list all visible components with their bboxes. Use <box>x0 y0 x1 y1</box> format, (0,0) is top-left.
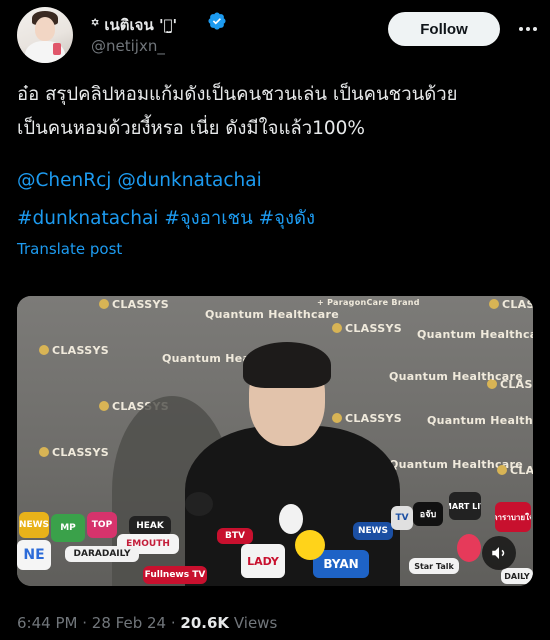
mic-flag: SMART LIVE <box>449 492 481 520</box>
author-name[interactable]: ꙳ เนติเจน 'ꪔ̤̱' <box>91 13 177 37</box>
mentions-line: @ChenRcj @dunknatachai <box>17 170 262 191</box>
hashtag-link[interactable]: #จุงดัง <box>259 208 315 229</box>
meta-separator: · <box>170 614 176 632</box>
microphone <box>185 492 213 516</box>
mic-flag: อจับ <box>413 502 443 526</box>
tweet-date[interactable]: 28 Feb 24 <box>92 614 166 632</box>
tweet-video[interactable]: CLASSYS CLASSYS Quantum Healthcare + Par… <box>17 296 533 586</box>
mic-flag: TOP <box>87 512 117 538</box>
hashtag-link[interactable]: #จุงอาเชน <box>164 208 252 229</box>
hashtag-link[interactable]: #dunknatachai <box>17 208 158 229</box>
mic-flag: Star Talk <box>409 558 459 574</box>
backdrop-logo: CLASSYS <box>39 344 109 357</box>
backdrop-logo: CLASSYS <box>497 464 533 477</box>
avatar-cup <box>53 43 61 55</box>
author-handle[interactable]: @netijxn_ <box>91 37 165 55</box>
meta-separator: · <box>82 614 88 632</box>
speaker-hair <box>243 342 331 388</box>
mic-flag: NE <box>17 540 51 570</box>
microphone <box>457 534 481 562</box>
tweet-time[interactable]: 6:44 PM <box>17 614 77 632</box>
backdrop-logo: CLASSYS <box>332 322 402 335</box>
backdrop-logo: Quantum Healthcare <box>427 414 533 427</box>
mic-flag: DARADAILY <box>65 546 139 562</box>
follow-button[interactable]: Follow <box>388 12 500 46</box>
backdrop-logo: Quantum Healthcare <box>389 370 523 383</box>
views-label: Views <box>233 614 278 632</box>
mic-flag: ดาราบายใจ <box>495 502 531 532</box>
mic-flag: BTV <box>217 528 253 544</box>
backdrop-logo: Quantum Healthcare <box>205 308 339 321</box>
author-avatar[interactable] <box>17 7 73 63</box>
translate-post-link[interactable]: Translate post <box>17 240 122 258</box>
mic-flag: LADY <box>241 544 285 578</box>
tweet-text-line-1: อ๋อ สรุปคลิปหอมแก้มดังเป็นคนชวนเล่น เป็น… <box>17 84 458 105</box>
mic-flag: TV <box>391 506 413 530</box>
backdrop-logo: CLASSYS <box>99 298 169 311</box>
mic-flag: HEAK <box>129 516 171 536</box>
microphone <box>279 504 303 534</box>
backdrop-logo: + ParagonCare Brand <box>317 298 420 307</box>
backdrop-logo: Quantum Healthcare <box>417 328 533 341</box>
avatar-face <box>35 17 55 41</box>
mute-toggle-icon[interactable] <box>482 536 516 570</box>
mention-link[interactable]: @dunknatachai <box>117 170 261 191</box>
tweet-meta: 6:44 PM · 28 Feb 24 · 20.6K Views <box>17 614 277 632</box>
microphone <box>295 530 325 560</box>
backdrop-logo: CLASSYS <box>489 298 533 311</box>
more-options-icon[interactable] <box>515 16 541 42</box>
mic-flag: MP <box>51 514 85 542</box>
mic-flag: NEWS <box>353 522 393 540</box>
mic-flag: NEWS <box>19 512 49 538</box>
views-count: 20.6K <box>180 614 230 632</box>
mic-flag: DAILY <box>501 568 533 584</box>
backdrop-logo: CLASSYS <box>332 412 402 425</box>
hashtags-line: #dunknatachai #จุงอาเชน #จุงดัง <box>17 204 315 233</box>
tweet-text-line-2: เป็นคนหอมด้วยงี้หรอ เนี่ย ดังมีใจแล้ว100… <box>17 118 365 139</box>
mention-link[interactable]: @ChenRcj <box>17 170 111 191</box>
mic-flag: Fullnews TV <box>143 566 207 584</box>
backdrop-logo: CLASSYS <box>39 446 109 459</box>
verified-badge-icon <box>208 12 226 30</box>
